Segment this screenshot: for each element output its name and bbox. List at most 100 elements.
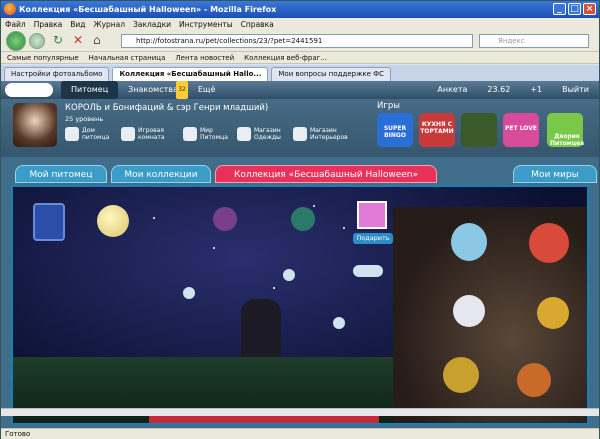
bookmark-item[interactable]: Лента новостей <box>175 54 234 62</box>
browser-window: Коллекция «Бесшабашный Halloween» - Mozi… <box>0 0 600 439</box>
action-interior-shop[interactable]: Магазин Интерьеров <box>293 127 348 141</box>
nav-dating[interactable]: Знакомства 32 <box>118 81 188 99</box>
browser-tab[interactable]: Настройки фотоальбомо <box>4 67 110 81</box>
minimize-button[interactable]: _ <box>553 3 566 15</box>
action-label: Магазин Одежды <box>254 127 281 141</box>
action-playroom[interactable]: Игровая комната <box>121 127 172 141</box>
bookmark-item[interactable]: Коллекция веб-фраг... <box>244 54 327 62</box>
bonus-value: +1 <box>530 85 543 94</box>
nav-profile[interactable]: Анкета <box>427 81 477 99</box>
gift-button[interactable]: Подарить <box>353 233 393 244</box>
star <box>273 287 275 289</box>
back-button[interactable] <box>6 31 26 51</box>
browser-tabs: Настройки фотоальбомо Коллекция «Бесшаба… <box>1 65 599 81</box>
game-label: Дворик Питомцев <box>549 133 585 147</box>
game-label: КУХНЯ С ТОРТАМИ <box>420 121 454 135</box>
collection-item-icon[interactable] <box>537 297 569 329</box>
url-field[interactable]: http://fotostrana.ru/pet/collections/23/… <box>121 34 473 48</box>
collection-item-icon[interactable] <box>529 223 569 263</box>
search-input[interactable]: Яндекс <box>479 34 589 48</box>
window-title: Коллекция «Бесшабашный Halloween» - Mozi… <box>19 5 277 14</box>
house-icon <box>65 127 79 141</box>
search-placeholder: Яндекс <box>498 37 525 45</box>
pet-level: 25 уровень <box>65 115 104 123</box>
drop-icon[interactable] <box>183 287 195 299</box>
status-text: Готово <box>5 430 31 438</box>
star <box>213 247 215 249</box>
site-logo[interactable] <box>5 83 53 97</box>
navigation-bar: ↻ ✕ ⌂ http://fotostrana.ru/pet/collectio… <box>1 30 599 52</box>
bookmarks-bar: Самые популярные Начальная страница Лент… <box>1 52 599 64</box>
star <box>313 205 315 207</box>
collection-item-icon[interactable] <box>213 207 237 231</box>
collection-item-icon[interactable] <box>517 363 551 397</box>
status-bar: Готово <box>1 428 599 439</box>
dating-count-badge: 32 <box>176 81 188 99</box>
bookmark-item[interactable]: Самые популярные <box>7 54 79 62</box>
drops-icon[interactable] <box>353 265 383 277</box>
close-button[interactable]: × <box>583 3 596 15</box>
playroom-icon <box>121 127 135 141</box>
tab-my-pet[interactable]: Мой питомец <box>15 165 107 183</box>
web-page: Питомец Знакомства 32 Ещё Анкета 23.62 +… <box>1 81 599 428</box>
site-navigation: Питомец Знакомства 32 Ещё Анкета 23.62 +… <box>1 81 599 99</box>
clothes-icon <box>237 127 251 141</box>
game-label: PET LOVE <box>505 125 537 132</box>
menu-history[interactable]: Журнал <box>94 20 126 29</box>
action-label: Игровая комната <box>138 127 165 141</box>
maximize-button[interactable]: □ <box>568 3 581 15</box>
collection-scene: Подарить <box>11 185 589 425</box>
collection-item-icon[interactable] <box>443 357 479 393</box>
menu-bar: Файл Правка Вид Журнал Закладки Инструме… <box>1 18 599 30</box>
menu-help[interactable]: Справка <box>241 20 274 29</box>
browser-tab-active[interactable]: Коллекция «Бесшабашный Hallo... <box>112 67 269 81</box>
menu-view[interactable]: Вид <box>70 20 85 29</box>
moon-icon <box>97 205 129 237</box>
url-text: http://fotostrana.ru/pet/collections/23/… <box>136 37 323 45</box>
balance-value: 23.62 <box>487 85 511 94</box>
tab-collection-halloween[interactable]: Коллекция «Бесшабашный Halloween» <box>215 165 437 183</box>
gift-icon[interactable] <box>357 201 387 229</box>
pet-name[interactable]: КОРОЛЬ и Бонифаций & сэр Генри младший) <box>65 103 268 113</box>
action-clothes-shop[interactable]: Магазин Одежды <box>237 127 286 141</box>
firefox-icon <box>4 3 16 15</box>
action-label: Дом питомца <box>82 127 110 141</box>
avatar[interactable] <box>13 103 57 147</box>
tab-my-collections[interactable]: Мои коллекции <box>111 165 211 183</box>
stop-icon[interactable]: ✕ <box>73 33 89 49</box>
collection-badge-icon <box>33 203 65 241</box>
profile-panel: КОРОЛЬ и Бонифаций & сэр Генри младший) … <box>1 99 599 157</box>
drop-icon[interactable] <box>283 269 295 281</box>
action-label: Магазин Интерьеров <box>310 127 348 141</box>
collection-item-icon[interactable] <box>291 207 315 231</box>
home-icon[interactable]: ⌂ <box>93 33 109 49</box>
horizontal-scrollbar[interactable] <box>1 408 599 416</box>
nav-more[interactable]: Ещё <box>188 81 226 99</box>
logout-button[interactable]: Выйти <box>552 81 599 99</box>
action-label: Мир Питомца <box>200 127 228 141</box>
furniture-icon <box>293 127 307 141</box>
nav-pet[interactable]: Питомец <box>61 81 119 99</box>
action-world[interactable]: Мир Питомца <box>183 127 230 141</box>
star <box>343 227 345 229</box>
browser-tab[interactable]: Мои вопросы поддержке ФС <box>271 67 392 81</box>
star <box>153 217 155 219</box>
menu-file[interactable]: Файл <box>5 20 26 29</box>
action-home[interactable]: Дом питомца <box>65 127 110 141</box>
bookmark-item[interactable]: Начальная страница <box>89 54 166 62</box>
tab-my-worlds[interactable]: Мои миры <box>513 165 597 183</box>
menu-edit[interactable]: Правка <box>34 20 63 29</box>
menu-tools[interactable]: Инструменты <box>179 20 233 29</box>
game-label: SUPER BINGO <box>383 125 407 139</box>
pet-character[interactable] <box>241 299 281 359</box>
reload-icon[interactable]: ↻ <box>53 33 69 49</box>
world-icon <box>183 127 197 141</box>
collection-item-icon[interactable] <box>453 295 485 327</box>
games-title: Игры <box>377 101 400 111</box>
nav-dating-label: Знакомства <box>128 85 178 94</box>
menu-bookmarks[interactable]: Закладки <box>133 20 171 29</box>
collection-item-icon[interactable] <box>451 223 487 261</box>
drop-icon[interactable] <box>333 317 345 329</box>
game-racing[interactable] <box>461 113 497 147</box>
forward-button[interactable] <box>29 33 45 49</box>
